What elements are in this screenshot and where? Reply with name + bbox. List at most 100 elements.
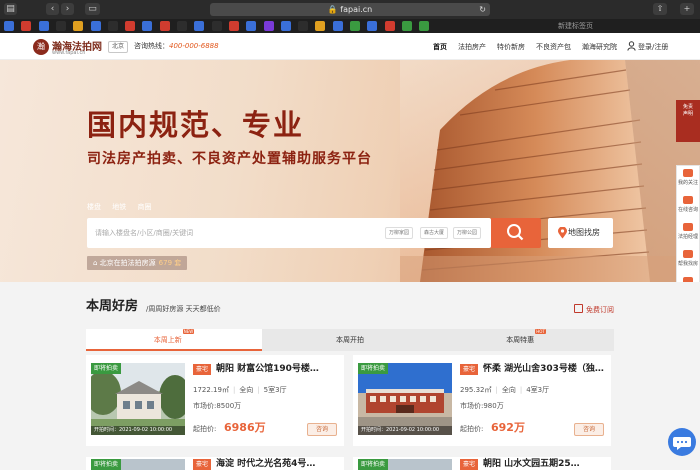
search-tabs: 楼盘 地铁 商圈 (87, 202, 160, 212)
hot-keyword-chip[interactable]: 万柳公园 (453, 227, 482, 239)
chat-bubble-icon (673, 437, 691, 450)
bookmark-favicon-icon[interactable] (246, 21, 257, 31)
listing-orientation: 全向 (501, 386, 516, 394)
listing-title[interactable]: 朝阳 财富公馆190号楼… (216, 362, 338, 376)
map-pin-icon (558, 227, 567, 239)
tab-this-week-deals[interactable]: 本周特惠HOT (438, 329, 614, 351)
bookmark-favicon-icon[interactable] (280, 21, 291, 31)
nav-research-institute[interactable]: 瀚海研究院 (582, 42, 617, 52)
listing-layout: 4室3厅 (526, 386, 550, 394)
share-icon[interactable]: ⇧ (653, 3, 667, 15)
bookmark-favicon-icon[interactable] (228, 21, 239, 31)
side-toolbar-item[interactable]: 在线咨询 (677, 193, 699, 220)
side-toolbar-label: 我的关注 (677, 180, 698, 186)
hero-subtitle: 司法房产拍卖、不良资产处置辅助服务平台 (87, 151, 372, 167)
subscribe-icon[interactable] (574, 304, 583, 313)
bookmark-favicon-icon[interactable] (90, 21, 101, 31)
home-icon: ⌂ (93, 259, 100, 267)
user-icon[interactable] (627, 41, 636, 51)
bookmark-favicon-icon[interactable] (21, 21, 32, 31)
login-register-link[interactable]: 登录/注册 (638, 42, 668, 52)
bookmark-favicon-icon[interactable] (142, 21, 153, 31)
listing-title[interactable]: 海淀 时代之光名苑4号… (216, 458, 315, 470)
listing-count-bar[interactable]: ⌂ 北京在拍法拍房源 679 套 (87, 256, 188, 270)
nav-special-new-homes[interactable]: 特价新房 (497, 42, 525, 52)
starting-price-label: 起拍价: (460, 425, 484, 433)
bookmark-favicon-icon[interactable] (384, 21, 395, 31)
bookmark-favicon-icon[interactable] (159, 21, 170, 31)
tab-label: 本周开拍 (336, 336, 364, 344)
property-type-badge: 豪宅 (460, 459, 479, 470)
listing-photo[interactable]: 即将拍卖 开拍时间：2021-09-02 10:00:00 (91, 363, 185, 435)
sidebar-toggle-icon[interactable]: ▤ (4, 3, 17, 15)
lock-icon: 🔒 (327, 5, 338, 14)
listing-title[interactable]: 朝阳 山水文园五期25… (483, 458, 580, 470)
bookmark-favicon-icon[interactable] (125, 21, 136, 31)
listing-card[interactable]: 即将拍卖 开拍时间：2021-09-02 10:00:00 豪宅 朝阳 财富公馆… (86, 355, 344, 446)
listing-card[interactable]: 即将拍卖 开拍时间：2021-09-02 10:00:00 豪宅 怀柔 湖光山舍… (353, 355, 611, 446)
search-tab-metro[interactable]: 地铁 (112, 203, 126, 211)
forward-icon[interactable]: › (61, 3, 74, 15)
nav-home[interactable]: 首页 (433, 42, 447, 52)
tabs-overview-icon[interactable]: ▭ (85, 3, 100, 15)
reload-icon[interactable]: ↻ (479, 3, 486, 16)
listing-photo[interactable]: 即将拍卖 开拍时间：2021-09-02 10:00:00 (358, 363, 452, 435)
bookmark-favicon-icon[interactable] (4, 21, 14, 31)
bookmark-favicon-icon[interactable] (55, 21, 66, 31)
side-toolbar-item[interactable]: 法拍经理 (677, 220, 699, 247)
side-toolbar-item[interactable]: 我的关注 (677, 166, 699, 193)
bookmark-favicon-icon[interactable] (298, 21, 309, 31)
search-input[interactable] (95, 226, 355, 240)
hero-banner: 国内规范、专业 司法房产拍卖、不良资产处置辅助服务平台 楼盘 地铁 商圈 万柳家… (0, 60, 700, 282)
bookmark-favicon-icon[interactable] (315, 21, 326, 31)
bookmark-favicon-icon[interactable] (73, 21, 84, 31)
hero-title: 国内规范、专业 (87, 108, 305, 142)
new-tab-label[interactable]: 新建标签页 (558, 20, 593, 32)
new-badge: NEW (182, 329, 195, 334)
starting-price-label: 起拍价: (193, 425, 217, 433)
new-tab-icon[interactable]: + (680, 3, 694, 15)
section-tabs: 本周上新NEW 本周开拍 本周特惠HOT (86, 329, 614, 351)
auction-start-time: 开拍时间：2021-09-02 10:00:00 (358, 426, 452, 435)
consult-button[interactable]: 咨询 (307, 423, 337, 436)
search-tab-district[interactable]: 商圈 (137, 203, 151, 211)
listing-card-partial[interactable]: 即将拍卖 豪宅 朝阳 山水文园五期25… (353, 457, 611, 470)
search-button[interactable] (491, 218, 541, 248)
bookmark-favicon-icon[interactable] (419, 21, 430, 31)
bookmark-favicon-icon[interactable] (367, 21, 378, 31)
bookmark-favicon-icon[interactable] (263, 21, 274, 31)
listing-title[interactable]: 怀柔 湖光山舍303号楼（独栋… (483, 362, 605, 376)
bookmark-favicon-icon[interactable] (211, 21, 222, 31)
bookmark-favicon-icon[interactable] (332, 21, 343, 31)
listing-card-partial[interactable]: 即将拍卖 豪宅 海淀 时代之光名苑4号… (86, 457, 344, 470)
city-selector[interactable]: 北京 (108, 41, 129, 53)
site-header: 瀚 瀚海法拍网 www.fapai.cn 北京 咨询热线： 400-000-68… (0, 33, 700, 60)
search-tab-estate[interactable]: 楼盘 (87, 203, 101, 211)
property-type-badge: 豪宅 (460, 364, 479, 375)
free-subscribe-link[interactable]: 免费订阅 (586, 305, 614, 315)
bookmark-favicon-icon[interactable] (38, 21, 49, 31)
bookmark-favicon-icon[interactable] (177, 21, 187, 31)
disclaimer-ribbon[interactable]: 免责 声明 (676, 100, 700, 142)
side-toolbar-item[interactable]: 帮我找房 (677, 247, 699, 274)
hot-keyword-chip[interactable]: 森古大厦 (420, 227, 449, 239)
side-toolbar-icon (683, 169, 693, 177)
tab-this-week-start[interactable]: 本周开拍 (262, 329, 438, 351)
property-type-badge: 豪宅 (193, 364, 212, 375)
chat-button[interactable] (668, 428, 696, 456)
hot-keyword-chip[interactable]: 万柳家园 (385, 227, 414, 239)
back-icon[interactable]: ‹ (46, 3, 59, 15)
starting-price: 692万 (491, 421, 525, 434)
address-bar[interactable]: 🔒 fapai.cn ↻ (210, 3, 490, 16)
bookmark-favicon-icon[interactable] (194, 21, 205, 31)
bookmark-favicon-icon[interactable] (107, 21, 118, 31)
hotline-number: 400-000-6888 (169, 42, 219, 50)
tab-this-week-new[interactable]: 本周上新NEW (86, 329, 262, 351)
nav-bad-asset-packages[interactable]: 不良资产包 (536, 42, 571, 52)
bookmark-favicon-icon[interactable] (350, 21, 360, 31)
logo-icon[interactable]: 瀚 (33, 39, 49, 55)
consult-button[interactable]: 咨询 (574, 423, 604, 436)
bookmark-favicon-icon[interactable] (401, 21, 412, 31)
listing-count-label: 北京在拍法拍房源 (99, 259, 156, 267)
nav-auction-property[interactable]: 法拍房产 (458, 42, 486, 52)
